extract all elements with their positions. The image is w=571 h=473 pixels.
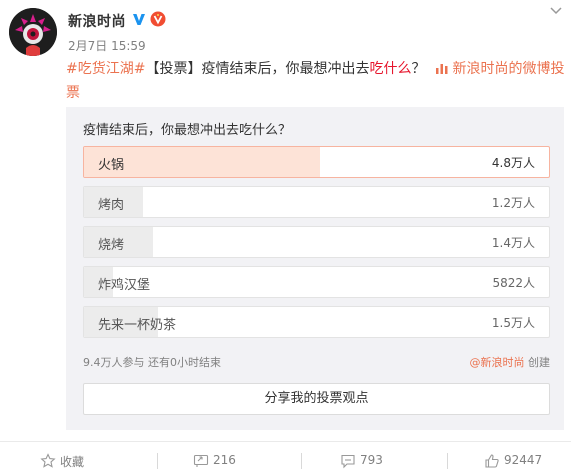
like-button[interactable]: 92447 bbox=[484, 451, 564, 471]
divider bbox=[447, 453, 448, 469]
verified-icon bbox=[131, 11, 147, 27]
topic-link[interactable]: #吃货江湖# bbox=[66, 61, 145, 77]
vote-option-label: 烤肉 bbox=[98, 198, 125, 213]
vote-option-count: 1.2万人 bbox=[491, 196, 535, 210]
weibo-post-card: 新浪时尚 2月7日 15:59 #吃货江湖#【投票】疫情结束后，你最想冲出去吃什… bbox=[0, 0, 571, 473]
vote-option-count: 1.5万人 bbox=[491, 316, 535, 330]
comment-count: 793 bbox=[360, 453, 383, 467]
chart-icon bbox=[436, 64, 448, 74]
vote-option-label: 烧烤 bbox=[98, 238, 125, 253]
comment-icon bbox=[341, 454, 355, 469]
favorite-label: 收藏 bbox=[60, 455, 85, 469]
divider bbox=[301, 453, 302, 469]
favorite-button[interactable]: 收藏 bbox=[40, 451, 110, 471]
vote-option-count: 5822人 bbox=[492, 276, 535, 290]
repost-button[interactable]: 216 bbox=[193, 451, 263, 471]
like-count: 92447 bbox=[504, 453, 543, 467]
vote-option-count: 4.8万人 bbox=[491, 156, 535, 170]
vote-creator: @新浪时尚 创建 bbox=[470, 354, 551, 370]
star-icon bbox=[40, 453, 56, 468]
post-text: #吃货江湖#【投票】疫情结束后，你最想冲出去吃什么？ 新浪时尚的微博投票 bbox=[66, 57, 566, 105]
vote-option-label: 先来一杯奶茶 bbox=[98, 318, 177, 333]
vote-card: 疫情结束后，你最想冲出去吃什么？ 火锅 4.8万人 烤肉 1.2万人 烧烤 1.… bbox=[66, 107, 564, 430]
post-text-highlight: 吃什么 bbox=[369, 61, 412, 77]
vote-question: 疫情结束后，你最想冲出去吃什么？ bbox=[83, 123, 292, 138]
post-text-end: ？ bbox=[411, 61, 426, 77]
vote-participation: 9.4万人参与 还有0小时结束 bbox=[83, 356, 221, 369]
vote-option[interactable]: 先来一杯奶茶 1.5万人 bbox=[83, 306, 550, 338]
divider bbox=[0, 441, 571, 442]
vote-option[interactable]: 火锅 4.8万人 bbox=[83, 146, 550, 178]
vote-option[interactable]: 烧烤 1.4万人 bbox=[83, 226, 550, 258]
repost-count: 216 bbox=[213, 453, 236, 467]
vote-option-label: 炸鸡汉堡 bbox=[98, 278, 151, 293]
vote-creator-suffix: 创建 bbox=[524, 356, 550, 369]
vote-option[interactable]: 烤肉 1.2万人 bbox=[83, 186, 550, 218]
share-vote-button[interactable]: 分享我的投票观点 bbox=[83, 383, 550, 415]
chevron-down-icon[interactable] bbox=[549, 6, 563, 16]
vote-creator-link[interactable]: @新浪时尚 bbox=[470, 356, 525, 369]
avatar[interactable] bbox=[9, 8, 57, 56]
post-time[interactable]: 2月7日 15:59 bbox=[68, 37, 146, 54]
author-name[interactable]: 新浪时尚 bbox=[68, 11, 126, 31]
repost-icon bbox=[193, 454, 209, 467]
vip-badge-icon[interactable] bbox=[150, 11, 166, 27]
vote-option-label: 火锅 bbox=[98, 158, 125, 173]
vote-option-count: 1.4万人 bbox=[491, 236, 535, 250]
comment-button[interactable]: 793 bbox=[340, 451, 410, 471]
thumbs-up-icon bbox=[485, 454, 499, 468]
divider bbox=[157, 453, 158, 469]
post-text-main: 【投票】疫情结束后，你最想冲出去 bbox=[145, 61, 370, 77]
vote-option[interactable]: 炸鸡汉堡 5822人 bbox=[83, 266, 550, 298]
